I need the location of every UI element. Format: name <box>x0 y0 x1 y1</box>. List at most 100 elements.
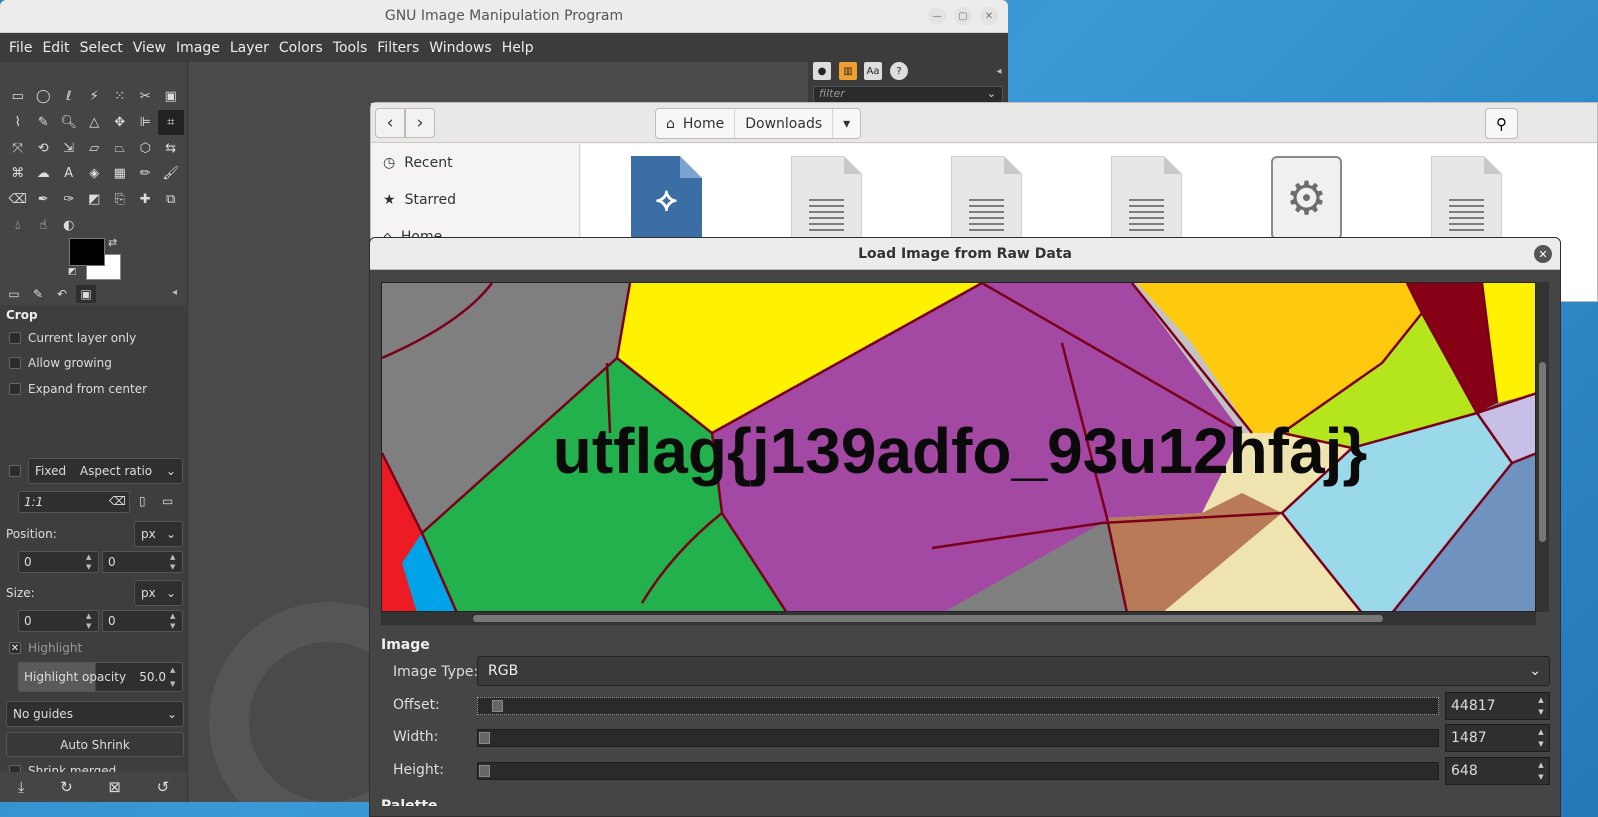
tab-menu-icon[interactable]: ◂ <box>172 287 177 298</box>
warp-icon[interactable]: ☁ <box>31 161 57 187</box>
menu-layer[interactable]: Layer <box>225 40 274 56</box>
pencil-icon[interactable]: ✏ <box>133 161 159 187</box>
dodge-burn-icon[interactable]: ◐ <box>56 212 82 238</box>
clone-icon[interactable]: ⎘ <box>107 187 133 213</box>
current-layer-only-checkbox[interactable] <box>9 332 21 344</box>
portrait-icon[interactable]: ▯ <box>139 494 146 508</box>
maximize-button[interactable]: ▢ <box>954 7 972 25</box>
height-spin[interactable]: 648 ▲ ▼ <box>1445 757 1550 785</box>
offset-slider[interactable] <box>477 697 1439 715</box>
reset-options-icon[interactable]: ↺ <box>157 778 170 796</box>
flip-icon[interactable]: ⇆ <box>158 135 184 161</box>
height-slider[interactable] <box>477 762 1439 780</box>
position-unit-combo[interactable]: px ⌄ <box>134 521 183 547</box>
path-home-button[interactable]: ⌂ Home <box>656 109 736 138</box>
scale-icon[interactable]: ⇲ <box>56 135 82 161</box>
fixed-mode-combo[interactable]: Fixed Aspect ratio ⌄ <box>28 458 183 484</box>
paintbrush-icon[interactable]: 🖌︎ <box>158 161 184 187</box>
menu-edit[interactable]: Edit <box>37 40 74 56</box>
crop-icon[interactable]: ⌗ <box>158 109 184 136</box>
align-icon[interactable]: ⊫ <box>133 110 159 136</box>
measure-icon[interactable]: △ <box>82 110 108 136</box>
fonts-icon[interactable]: Aa <box>864 62 882 80</box>
auto-shrink-button[interactable]: Auto Shrink <box>6 732 184 757</box>
executable-file-icon[interactable]: ⚙ <box>1271 156 1342 242</box>
zoom-icon[interactable]: 🔍︎ <box>56 110 82 136</box>
airbrush-icon[interactable]: ✒ <box>31 187 57 213</box>
forward-button[interactable]: › <box>405 108 435 138</box>
tool-options-tab-icon[interactable]: ▭ <box>4 285 24 303</box>
menu-filters[interactable]: Filters <box>372 40 424 56</box>
preview-horizontal-scrollbar[interactable] <box>381 612 1536 625</box>
sidebar-item-starred[interactable]: ★ Starred <box>371 181 579 218</box>
size-height-spin[interactable]: 0 ▲ ▼ <box>102 610 183 632</box>
fuzzy-select-icon[interactable]: ⚡ <box>82 84 108 110</box>
shear-icon[interactable]: ▱ <box>82 135 108 161</box>
dialog-close-button[interactable]: ✕ <box>1534 245 1552 263</box>
preview-vertical-scrollbar[interactable] <box>1536 282 1549 612</box>
expand-from-center-checkbox[interactable] <box>9 383 21 395</box>
menu-image[interactable]: Image <box>171 40 225 56</box>
paths-icon[interactable]: ⌇ <box>5 110 31 136</box>
foreground-color[interactable] <box>69 238 105 266</box>
allow-growing-checkbox[interactable] <box>9 357 21 369</box>
highlight-option[interactable]: ✕ Highlight <box>9 641 82 655</box>
scissors-icon[interactable]: ✂ <box>133 84 159 110</box>
reset-colors-icon[interactable]: ◩ <box>68 267 77 277</box>
clear-icon[interactable]: ⌫ <box>109 494 126 508</box>
guides-combo[interactable]: No guides ⌄ <box>6 701 184 727</box>
smudge-icon[interactable]: ☝ <box>31 212 57 238</box>
python-file-icon[interactable]: ⟡ <box>631 156 702 242</box>
lasso-icon[interactable]: ℓ <box>56 84 82 110</box>
dock-menu-icon[interactable]: ◂ <box>990 62 1008 80</box>
path-menu-button[interactable]: ▾ <box>833 109 860 138</box>
close-button[interactable]: ✕ <box>980 7 998 25</box>
back-button[interactable]: ‹ <box>375 108 405 138</box>
width-slider[interactable] <box>477 729 1439 747</box>
fixed-checkbox[interactable] <box>9 465 21 477</box>
move-icon[interactable]: ✥ <box>107 110 133 136</box>
menu-tools[interactable]: Tools <box>328 40 373 56</box>
rotate-icon[interactable]: ⟲ <box>31 135 57 161</box>
text-file-icon[interactable] <box>791 156 862 242</box>
text-file-icon[interactable] <box>951 156 1022 242</box>
width-spin[interactable]: 1487 ▲ ▼ <box>1445 724 1550 752</box>
cage-icon[interactable]: ⌘ <box>5 161 31 187</box>
images-tab-icon[interactable]: ▣ <box>76 285 96 303</box>
highlight-opacity-slider[interactable]: Highlight opacity 50.0 ▲ ▼ <box>18 662 183 692</box>
minimize-button[interactable]: — <box>928 7 946 25</box>
current-layer-only-option[interactable]: Current layer only <box>9 331 136 345</box>
brushes-icon[interactable]: ● <box>813 62 831 80</box>
path-downloads-button[interactable]: Downloads <box>735 109 834 138</box>
ratio-entry[interactable]: 1:1 ⌫ <box>18 491 130 513</box>
perspective-clone-icon[interactable]: ⧉ <box>158 187 184 213</box>
menu-colors[interactable]: Colors <box>274 40 328 56</box>
size-width-spin[interactable]: 0 ▲ ▼ <box>18 610 99 632</box>
blur-icon[interactable]: 💧︎ <box>5 212 31 238</box>
color-picker-icon[interactable]: ✎ <box>31 110 57 136</box>
bucket-fill-icon[interactable]: ◈ <box>82 161 108 187</box>
menu-file[interactable]: File <box>4 40 37 56</box>
restore-options-icon[interactable]: ↻ <box>60 778 73 796</box>
sidebar-item-recent[interactable]: ◷ Recent <box>371 144 579 181</box>
text-file-icon[interactable] <box>1431 156 1502 242</box>
position-x-spin[interactable]: 0 ▲ ▼ <box>18 551 99 573</box>
offset-spin[interactable]: 44817 ▲ ▼ <box>1445 692 1550 720</box>
menu-help[interactable]: Help <box>497 40 539 56</box>
color-select-icon[interactable]: ⁙ <box>107 84 133 110</box>
text-file-icon[interactable] <box>1111 156 1182 242</box>
menu-view[interactable]: View <box>128 40 171 56</box>
text-icon[interactable]: A <box>56 161 82 187</box>
search-button[interactable]: ⚲ <box>1485 108 1518 139</box>
rect-select-icon[interactable]: ▭ <box>5 84 31 110</box>
gradient-icon[interactable]: ▦ <box>107 161 133 187</box>
swap-colors-icon[interactable]: ⇄ <box>108 236 117 249</box>
ink-icon[interactable]: ✑ <box>56 187 82 213</box>
size-unit-combo[interactable]: px ⌄ <box>134 580 183 606</box>
save-options-icon[interactable]: ⤓ <box>18 778 25 796</box>
image-type-combo[interactable]: RGB ⌄ <box>477 656 1550 686</box>
patterns-icon[interactable]: ▥ <box>839 62 857 80</box>
3d-transform-icon[interactable]: ⬡ <box>133 135 159 161</box>
heal-icon[interactable]: ✚ <box>133 187 159 213</box>
position-y-spin[interactable]: 0 ▲ ▼ <box>102 551 183 573</box>
